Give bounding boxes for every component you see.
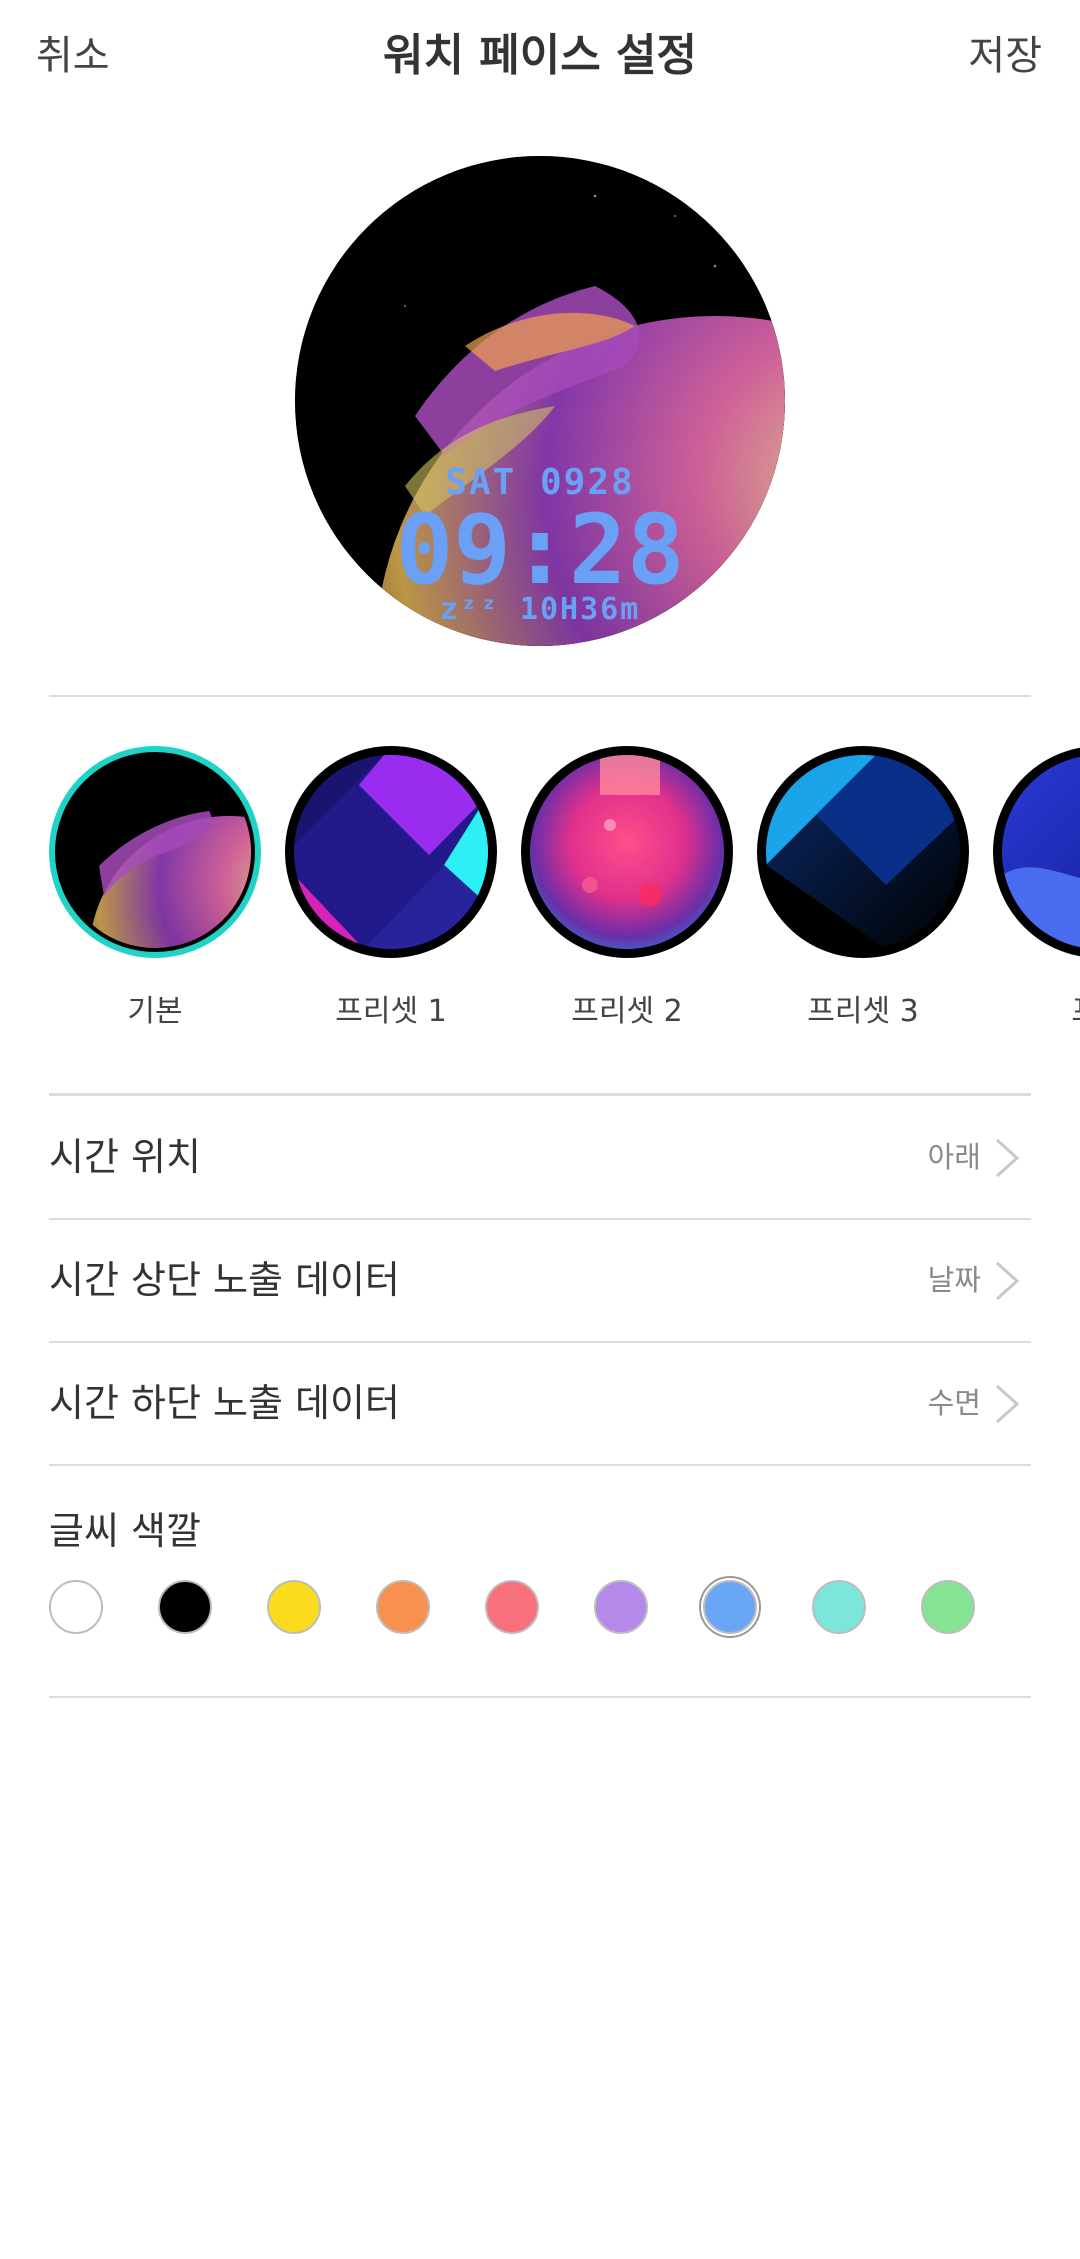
chevron-right-icon [995, 1138, 1020, 1178]
setting-value: 날짜 [927, 1263, 981, 1297]
preset-item-2[interactable]: 프리셋 2 [521, 746, 733, 1030]
save-button[interactable]: 저장 [968, 24, 1042, 88]
preset-item-1[interactable]: 프리셋 1 [285, 746, 497, 1030]
neon-liquid-image [530, 755, 724, 949]
preset-item-4[interactable]: 프리 [993, 746, 1080, 1030]
color-swatch-purple[interactable] [594, 1580, 648, 1634]
color-swatch-white[interactable] [49, 1580, 103, 1634]
watch-face-preview: SAT 0928 09:28 zᶻᶻ 10H36m [295, 156, 785, 646]
preset-label: 프리셋 3 [807, 994, 919, 1029]
preset-label: 기본 [127, 994, 183, 1029]
watch-sleep-text: zᶻᶻ 10H36m [439, 592, 641, 627]
preset-item-3[interactable]: 프리셋 3 [757, 746, 969, 1030]
color-swatch-yellow[interactable] [267, 1580, 321, 1634]
preset-thumbnail-blue-wave [993, 746, 1080, 958]
setting-label: 시간 하단 노출 데이터 [49, 1381, 400, 1425]
watch-time-text: 09:28 [395, 494, 685, 606]
preset-carousel[interactable]: 기본 프리셋 1 프리셋 2 프리셋 3 [0, 740, 1080, 1030]
chevron-right-icon [995, 1261, 1020, 1301]
setting-time-bottom-data[interactable]: 시간 하단 노출 데이터 수면 [49, 1342, 1031, 1464]
divider [49, 1696, 1031, 1698]
preset-thumbnail-neon [521, 746, 733, 958]
chevron-right-icon [995, 1384, 1020, 1424]
setting-time-position[interactable]: 시간 위치 아래 [49, 1096, 1031, 1218]
header: 취소 워치 페이스 설정 저장 [0, 0, 1080, 112]
color-swatch-blue[interactable] [699, 1576, 761, 1638]
setting-label: 시간 위치 [49, 1135, 201, 1179]
dark-blue-geometric-image [766, 755, 960, 949]
setting-value: 아래 [927, 1140, 981, 1174]
setting-time-top-data[interactable]: 시간 상단 노출 데이터 날짜 [49, 1219, 1031, 1341]
preset-thumbnail-purple [285, 746, 497, 958]
divider [49, 695, 1031, 697]
preset-thumbnail-planet [49, 746, 261, 958]
blue-wave-image [1002, 755, 1080, 949]
color-swatch-teal[interactable] [812, 1580, 866, 1634]
color-swatch-pink[interactable] [485, 1580, 539, 1634]
preset-thumbnail-dark-blue [757, 746, 969, 958]
color-swatch-green[interactable] [921, 1580, 975, 1634]
preset-label: 프리셋 2 [571, 994, 683, 1029]
preset-label: 프리 [993, 986, 1080, 1030]
divider [49, 1464, 1031, 1466]
purple-geometric-image [294, 755, 488, 949]
planet-thumbnail-image [59, 756, 251, 948]
preset-label: 프리셋 1 [335, 994, 447, 1029]
color-swatch-orange[interactable] [376, 1580, 430, 1634]
setting-label: 시간 상단 노출 데이터 [49, 1258, 400, 1302]
color-swatch-black[interactable] [158, 1580, 212, 1634]
setting-value: 수면 [927, 1386, 981, 1420]
text-color-title: 글씨 색깔 [49, 1509, 201, 1553]
page-title: 워치 페이스 설정 [383, 30, 697, 81]
preset-item-default[interactable]: 기본 [49, 746, 261, 1030]
